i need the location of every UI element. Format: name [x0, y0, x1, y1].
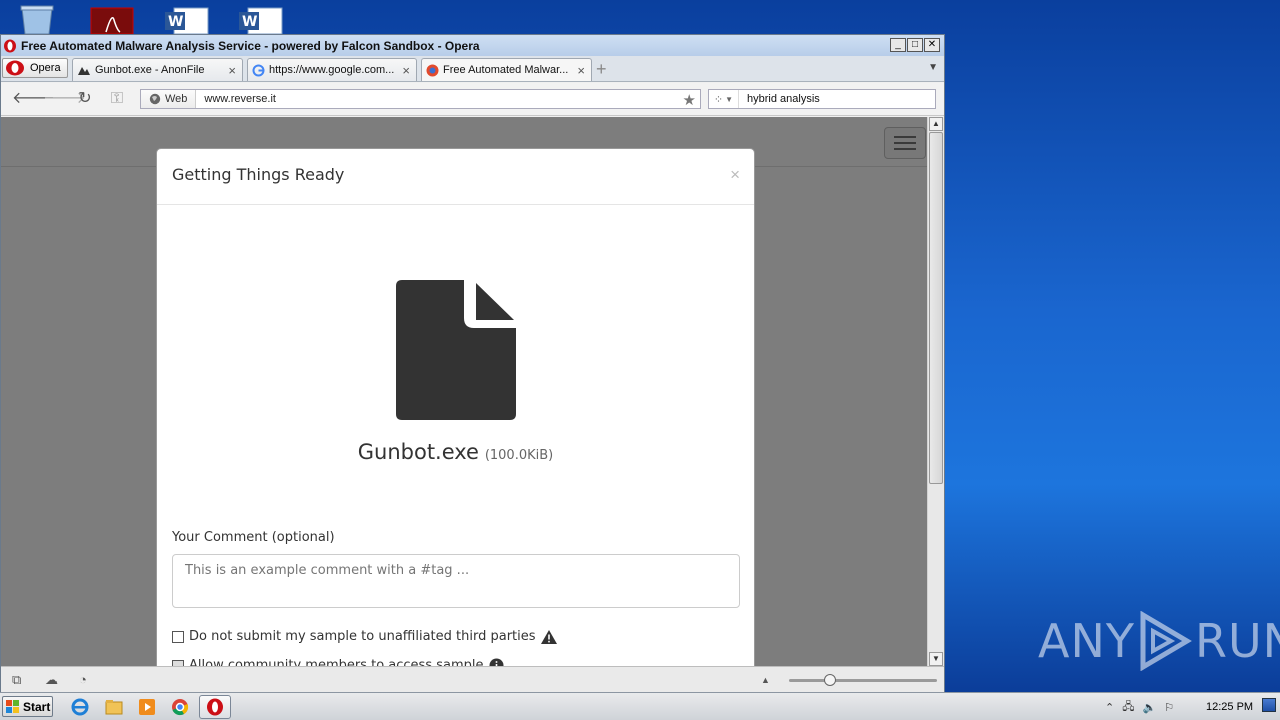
opera-logo-icon — [207, 698, 223, 716]
internet-explorer-icon[interactable] — [70, 697, 90, 717]
speed-dial-gauge-icon[interactable]: ◔ — [79, 672, 87, 687]
forward-arrow-icon[interactable]: 🡒 — [43, 91, 86, 109]
web-security-badge[interactable]: Web — [141, 90, 197, 108]
tray-expand-icon[interactable]: ⌃ — [1105, 701, 1114, 714]
tab-label: Free Automated Malwar... — [443, 64, 569, 76]
word-document-icon[interactable]: W — [164, 4, 209, 35]
zoom-slider-knob[interactable] — [824, 674, 836, 686]
falcon-favicon-icon — [426, 64, 439, 76]
panel-toggle-icon[interactable]: ⧉ — [12, 672, 21, 688]
third-party-label: Do not submit my sample to unaffiliated … — [189, 629, 536, 644]
windows-logo-icon — [6, 699, 19, 713]
scroll-down-icon[interactable]: ▼ — [929, 652, 943, 666]
action-center-flag-icon[interactable]: ⚐ — [1164, 701, 1174, 714]
community-access-option[interactable]: Allow community members to access sample — [172, 658, 504, 666]
tab-anonfile[interactable]: Gunbot.exe - AnonFile × — [72, 58, 243, 81]
tab-label: Gunbot.exe - AnonFile — [95, 64, 205, 76]
tab-label: https://www.google.com... — [269, 64, 395, 76]
navigation-bar: 🡐 🡒 ↻ ⚿ Web www.reverse.it ★ ⁘ ▼ hybrid … — [1, 83, 944, 116]
close-button[interactable]: ✕ — [924, 38, 940, 52]
tab-close-icon[interactable]: × — [402, 63, 410, 78]
third-party-option[interactable]: Do not submit my sample to unaffiliated … — [172, 629, 557, 644]
bookmark-star-icon[interactable]: ★ — [683, 91, 696, 109]
window-title: Free Automated Malware Analysis Service … — [21, 38, 480, 53]
watermark-run-text: RUN — [1194, 614, 1280, 668]
system-tray: ⌃ 🖧 🔈 ⚐ — [1105, 693, 1174, 720]
clock[interactable]: 12:25 PM — [1206, 701, 1253, 713]
file-explorer-folder-icon[interactable] — [104, 697, 124, 717]
search-field[interactable]: ⁘ ▼ hybrid analysis — [708, 89, 936, 109]
file-info: Gunbot.exe (100.0KiB) — [157, 440, 754, 464]
recycle-bin-icon[interactable] — [18, 4, 58, 35]
svg-text:W: W — [242, 14, 257, 30]
opera-window: Free Automated Malware Analysis Service … — [0, 34, 945, 692]
title-bar[interactable]: Free Automated Malware Analysis Service … — [1, 35, 944, 56]
url-text[interactable]: www.reverse.it — [204, 93, 276, 105]
file-name: Gunbot.exe — [357, 440, 479, 464]
new-tab-icon[interactable]: + — [596, 60, 607, 78]
volume-icon[interactable]: 🔈 — [1142, 701, 1156, 714]
address-bar[interactable]: Web www.reverse.it ★ — [140, 89, 701, 109]
tab-list-chevron-icon[interactable]: ▼ — [928, 62, 938, 73]
third-party-checkbox[interactable] — [172, 630, 184, 643]
vertical-scrollbar[interactable]: ▲ ▼ — [927, 117, 944, 666]
maximize-button[interactable]: □ — [907, 38, 923, 52]
modal-header: Getting Things Ready × — [157, 149, 754, 205]
reload-icon[interactable]: ↻ — [76, 91, 94, 109]
media-player-icon[interactable] — [137, 697, 157, 717]
back-arrow-icon[interactable]: 🡐 — [12, 91, 55, 109]
opera-menu-button[interactable]: Opera — [2, 58, 68, 78]
comment-label: Your Comment (optional) — [172, 530, 335, 545]
search-text[interactable]: hybrid analysis — [747, 93, 820, 105]
tab-bar: Opera Gunbot.exe - AnonFile × https://ww… — [1, 56, 944, 82]
start-label: Start — [23, 699, 51, 714]
taskbar: Start ⌃ 🖧 🔈 ⚐ 12:25 PM — [0, 692, 1280, 720]
tab-google[interactable]: https://www.google.com... × — [247, 58, 417, 81]
warning-icon[interactable] — [540, 629, 557, 644]
tab-falcon-sandbox[interactable]: Free Automated Malwar... × — [421, 58, 592, 81]
key-icon[interactable]: ⚿ — [107, 91, 127, 109]
scrollbar-thumb[interactable] — [929, 132, 943, 484]
zoom-slider[interactable] — [789, 674, 937, 686]
modal-close-icon[interactable]: × — [730, 165, 740, 185]
chevron-down-icon: ▼ — [725, 94, 734, 104]
tab-close-icon[interactable]: × — [228, 63, 236, 78]
show-desktop-button[interactable] — [1262, 698, 1276, 712]
search-engine-icon: ⁘ — [713, 93, 724, 106]
opera-logo-icon — [4, 39, 16, 52]
google-favicon-icon — [252, 64, 265, 76]
opera-menu-label: Opera — [30, 62, 61, 74]
play-logo-icon — [1140, 611, 1192, 671]
acrobat-reader-icon[interactable] — [90, 4, 134, 35]
status-bar: ⧉ ☁ ◔ ▲ — [1, 666, 944, 692]
search-engine-selector[interactable]: ⁘ ▼ — [709, 90, 739, 108]
modal-title: Getting Things Ready — [172, 165, 345, 184]
comment-textarea[interactable] — [172, 554, 740, 608]
opera-unite-cloud-icon[interactable]: ☁ — [45, 672, 58, 688]
zoom-menu-arrow-icon[interactable]: ▲ — [761, 675, 770, 685]
minimize-button[interactable]: _ — [890, 38, 906, 52]
network-icon[interactable]: 🖧 — [1122, 698, 1134, 717]
start-button[interactable]: Start — [2, 696, 53, 717]
watermark-any-text: ANY — [1038, 614, 1135, 668]
opera-taskbar-button[interactable] — [199, 695, 231, 719]
page-content: Getting Things Ready × Gunbot.exe (100.0… — [1, 117, 927, 666]
getting-ready-modal: Getting Things Ready × Gunbot.exe (100.0… — [156, 148, 755, 666]
svg-text:W: W — [168, 14, 183, 30]
community-access-label: Allow community members to access sample — [189, 658, 484, 666]
opera-logo-icon — [6, 60, 24, 76]
chrome-icon[interactable] — [170, 697, 190, 717]
file-size: (100.0KiB) — [484, 448, 554, 463]
globe-icon — [149, 93, 161, 105]
scroll-up-icon[interactable]: ▲ — [929, 117, 943, 131]
file-icon — [396, 280, 516, 420]
tab-close-icon[interactable]: × — [577, 63, 585, 78]
info-icon[interactable] — [489, 658, 504, 666]
word-document-icon[interactable]: W — [238, 4, 283, 35]
hamburger-menu-icon[interactable] — [884, 127, 926, 159]
anonfile-favicon-icon — [78, 67, 90, 75]
anyrun-watermark: ANY RUN — [1038, 606, 1280, 676]
web-label: Web — [165, 93, 188, 105]
